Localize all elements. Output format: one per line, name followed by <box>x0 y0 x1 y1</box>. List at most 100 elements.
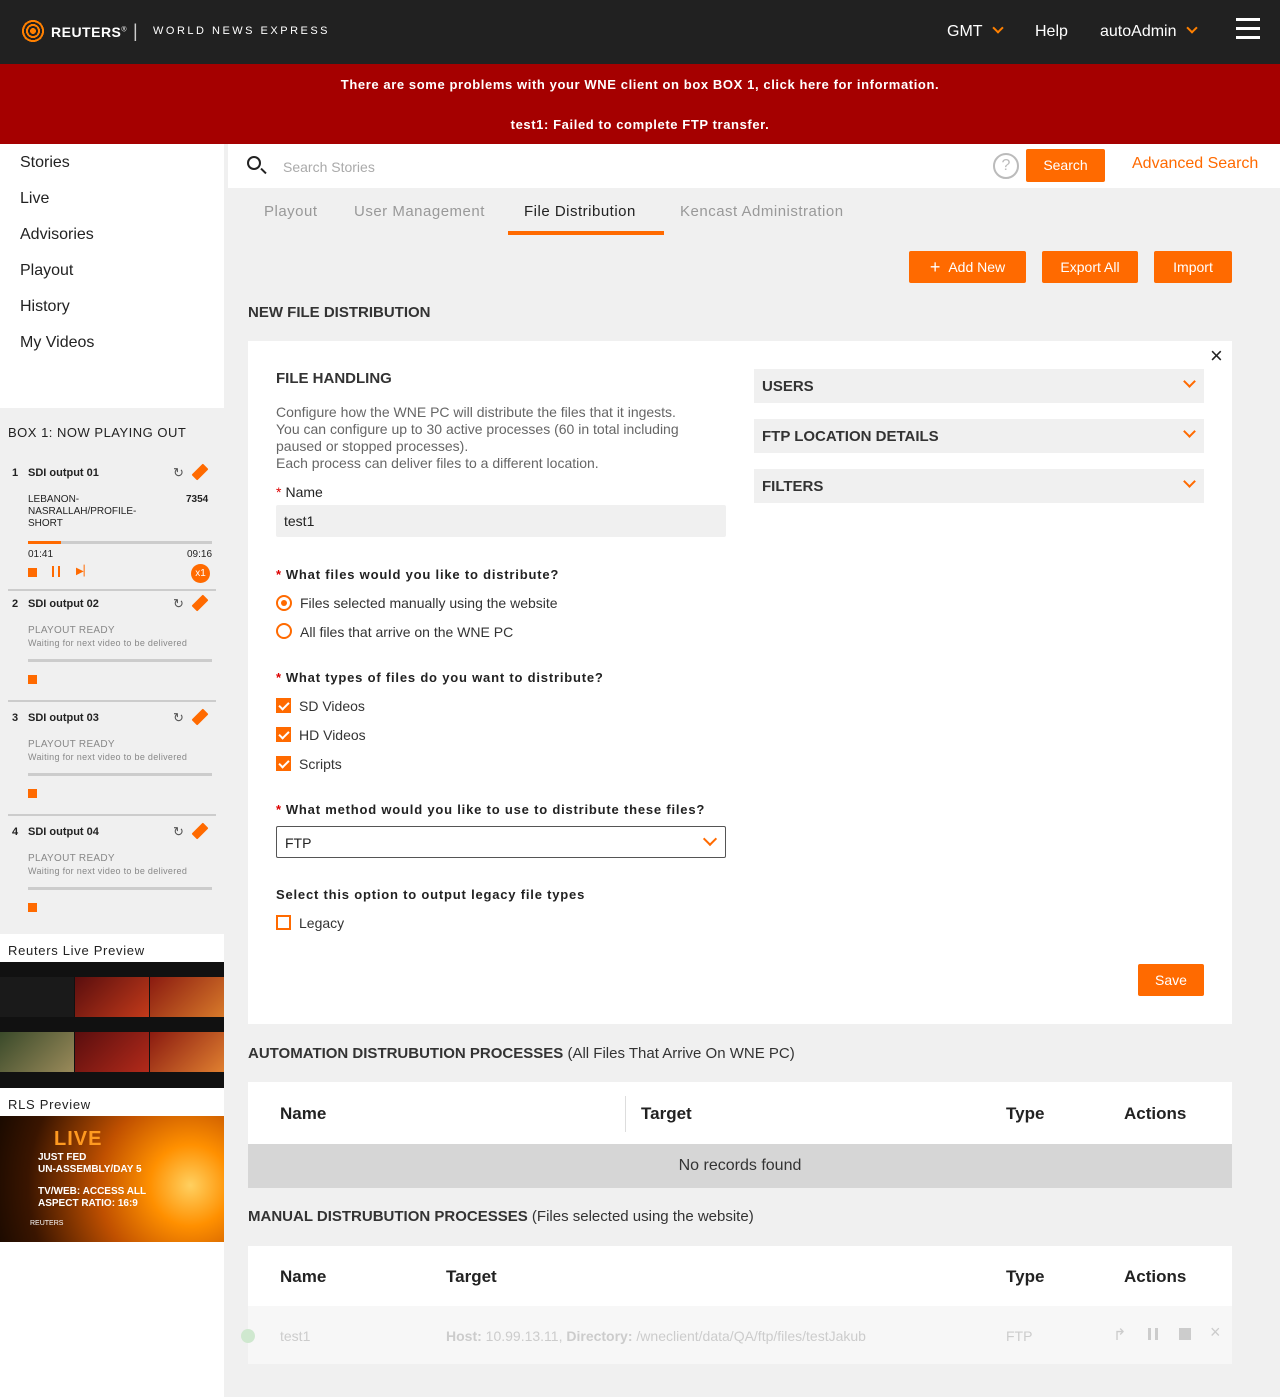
radio-label[interactable]: Files selected manually using the websit… <box>300 595 558 611</box>
rls-line: ASPECT RATIO: 16:9 <box>38 1198 138 1209</box>
radio-manual-files[interactable] <box>276 595 292 611</box>
search-button[interactable]: Search <box>1026 149 1105 182</box>
chevron-down-icon <box>1183 475 1196 488</box>
accordion-ftp-location[interactable]: FTP LOCATION DETAILS <box>754 419 1204 453</box>
search-input[interactable] <box>283 156 973 178</box>
preview-thumbnail[interactable] <box>150 1032 224 1072</box>
export-all-button[interactable]: Export All <box>1042 251 1138 283</box>
delete-icon[interactable]: × <box>1210 1322 1221 1343</box>
accordion-title: USERS <box>762 378 814 395</box>
method-select[interactable]: FTP <box>276 826 726 858</box>
checkbox-label[interactable]: HD Videos <box>299 727 366 743</box>
chevron-down-icon <box>702 831 718 847</box>
skip-icon[interactable]: ▶▏ <box>76 566 91 577</box>
checkbox-label[interactable]: SD Videos <box>299 698 365 714</box>
manual-title: MANUAL DISTRUBUTION PROCESSES (Files sel… <box>248 1208 754 1225</box>
timezone-dropdown[interactable]: GMT <box>947 22 1004 41</box>
checkbox-label[interactable]: Scripts <box>299 756 342 772</box>
method-question-text: What method would you like to use to dis… <box>285 802 706 817</box>
speed-badge[interactable]: x1 <box>191 564 210 583</box>
directory-label: Directory: <box>566 1328 633 1344</box>
pause-icon[interactable] <box>1148 1328 1158 1340</box>
automation-title-text: AUTOMATION DISTRUBUTION PROCESSES <box>248 1045 564 1062</box>
column-header: Type <box>1006 1104 1045 1123</box>
live-preview-grid[interactable] <box>0 962 224 1088</box>
checkbox-label[interactable]: Legacy <box>299 915 344 931</box>
radio-all-files[interactable] <box>276 623 292 639</box>
description-line: paused or stopped processes). <box>276 438 469 454</box>
pencil-icon[interactable] <box>191 708 209 726</box>
sidebar-item-history[interactable]: History <box>20 298 70 316</box>
refresh-icon[interactable]: ↻ <box>173 824 184 840</box>
refresh-icon[interactable]: ↻ <box>173 596 184 612</box>
sidebar-item-stories[interactable]: Stories <box>20 154 70 172</box>
pencil-icon[interactable] <box>191 594 209 612</box>
rls-preview-video[interactable]: LIVE JUST FED UN-ASSEMBLY/DAY 5 TV/WEB: … <box>0 1116 224 1242</box>
save-button[interactable]: Save <box>1138 964 1204 996</box>
tab-playout[interactable]: Playout <box>264 203 318 220</box>
name-value: test1 <box>284 513 315 529</box>
user-menu[interactable]: autoAdmin <box>1100 22 1198 41</box>
tab-file-distribution[interactable]: File Distribution <box>524 203 636 220</box>
close-icon[interactable]: × <box>1210 343 1223 369</box>
sidebar-item-my-videos[interactable]: My Videos <box>20 334 94 352</box>
radio-label[interactable]: All files that arrive on the WNE PC <box>300 624 513 640</box>
preview-thumbnail[interactable] <box>75 1032 149 1072</box>
sidebar-item-advisories[interactable]: Advisories <box>20 226 94 244</box>
stop-icon[interactable] <box>28 568 37 577</box>
rls-logo: REUTERS <box>30 1220 64 1227</box>
required-marker: * <box>276 802 282 817</box>
progress-bar[interactable] <box>28 541 212 544</box>
accordion-filters[interactable]: FILTERS <box>754 469 1204 503</box>
manual-title-text: MANUAL DISTRUBUTION PROCESSES <box>248 1208 528 1225</box>
advanced-search-link[interactable]: Advanced Search <box>1132 155 1258 173</box>
help-icon[interactable]: ? <box>993 153 1019 179</box>
reuters-logo-icon[interactable] <box>20 18 46 44</box>
share-icon[interactable]: ↱ <box>1113 1325 1126 1345</box>
stop-icon[interactable] <box>28 789 37 798</box>
add-new-button[interactable]: + Add New <box>909 251 1026 283</box>
progress-bar <box>28 887 212 890</box>
story-id: 7354 <box>186 494 209 505</box>
accordion-title: FILTERS <box>762 478 824 495</box>
name-label-text: Name <box>285 484 323 500</box>
automation-title: AUTOMATION DISTRUBUTION PROCESSES (All F… <box>248 1045 795 1062</box>
name-label: * Name <box>276 484 323 500</box>
help-link[interactable]: Help <box>1035 23 1068 41</box>
name-field[interactable]: test1 <box>276 505 726 537</box>
column-header: Type <box>1006 1267 1045 1286</box>
preview-thumbnail[interactable] <box>0 1032 74 1072</box>
sidebar-item-playout[interactable]: Playout <box>20 262 73 280</box>
search-icon[interactable] <box>247 156 261 170</box>
checkbox-hd-videos[interactable] <box>276 727 291 742</box>
preview-thumbnail[interactable] <box>0 977 74 1017</box>
empty-message: No records found <box>248 1144 1232 1188</box>
pencil-icon[interactable] <box>191 463 209 481</box>
checkbox-legacy[interactable] <box>276 915 291 930</box>
stop-icon[interactable] <box>28 903 37 912</box>
active-tab-indicator <box>508 231 664 235</box>
stop-icon[interactable] <box>28 675 37 684</box>
alert-error: test1: Failed to complete FTP transfer. <box>510 117 770 132</box>
preview-thumbnail[interactable] <box>75 977 149 1017</box>
import-button[interactable]: Import <box>1154 251 1232 283</box>
refresh-icon[interactable]: ↻ <box>173 710 184 726</box>
menu-icon[interactable] <box>1236 18 1260 40</box>
checkbox-scripts[interactable] <box>276 756 291 771</box>
loop-icon[interactable]: ↻ <box>173 465 184 481</box>
alert-banner[interactable]: There are some problems with your WNE cl… <box>0 64 1280 144</box>
method-value: FTP <box>285 835 312 851</box>
checkbox-sd-videos[interactable] <box>276 698 291 713</box>
output-name: SDI output 01 <box>28 467 99 479</box>
alert-message[interactable]: There are some problems with your WNE cl… <box>0 77 1280 92</box>
output-card: 2 SDI output 02 ↻ PLAYOUT READY Waiting … <box>8 594 216 702</box>
pencil-icon[interactable] <box>191 822 209 840</box>
stop-icon[interactable] <box>1179 1328 1191 1340</box>
form-section-title: NEW FILE DISTRIBUTION <box>248 304 431 321</box>
preview-thumbnail[interactable] <box>150 977 224 1017</box>
tab-user-management[interactable]: User Management <box>354 203 485 220</box>
tab-kencast-administration[interactable]: Kencast Administration <box>680 203 844 220</box>
pause-icon[interactable] <box>52 566 60 577</box>
sidebar-item-live[interactable]: Live <box>20 190 49 208</box>
accordion-users[interactable]: USERS <box>754 369 1204 403</box>
